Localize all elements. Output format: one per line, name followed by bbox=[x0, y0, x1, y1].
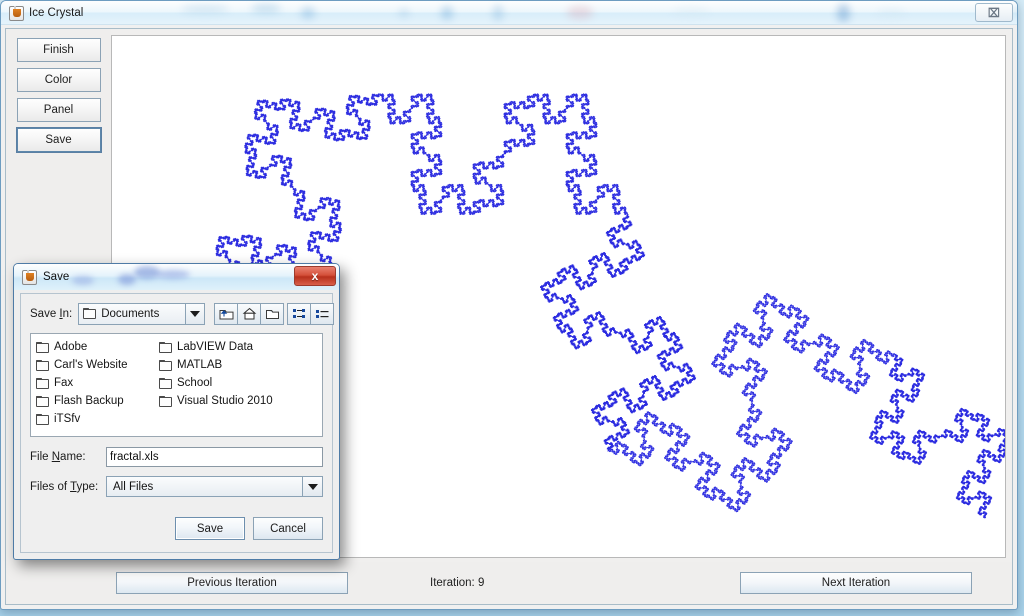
next-iteration-label: Next Iteration bbox=[821, 577, 891, 589]
folder-icon bbox=[36, 341, 49, 353]
panel-button[interactable]: Panel bbox=[16, 98, 101, 122]
home-icon-button[interactable] bbox=[237, 302, 262, 325]
save-in-combobox-field[interactable]: Documents bbox=[78, 302, 187, 325]
file-list-item-label: Adobe bbox=[54, 341, 88, 353]
finish-button[interactable]: Finish bbox=[16, 38, 101, 62]
details-view-icon-button[interactable] bbox=[310, 302, 335, 325]
file-list-item-label: Flash Backup bbox=[54, 395, 124, 407]
window-close-button[interactable]: ⌧ bbox=[975, 3, 1013, 22]
dialog-toolbar bbox=[214, 302, 335, 325]
file-list-item[interactable]: School bbox=[159, 374, 282, 392]
iteration-control-bar: Previous Iteration Iteration: 9 Next Ite… bbox=[6, 562, 1012, 604]
chevron-down-icon bbox=[190, 310, 201, 317]
save-dialog: Save x Save In: Documents Adobe Carl's W… bbox=[13, 263, 340, 560]
dialog-save-button[interactable]: Save bbox=[175, 517, 245, 540]
save-dialog-body: Save In: Documents Adobe Carl's Website … bbox=[20, 293, 335, 553]
save-in-combobox[interactable]: Documents bbox=[78, 302, 206, 325]
folder-icon bbox=[36, 395, 49, 407]
save-in-dropdown-arrow[interactable] bbox=[185, 302, 206, 325]
save-in-row: Save In: Documents bbox=[30, 302, 335, 325]
color-button[interactable]: Color bbox=[16, 68, 101, 92]
folder-icon bbox=[159, 395, 172, 407]
file-list-item[interactable]: LabVIEW Data bbox=[159, 338, 282, 356]
file-list-item-label: Carl's Website bbox=[54, 359, 128, 371]
chevron-down-icon bbox=[307, 483, 318, 490]
file-list-item[interactable]: Adobe bbox=[36, 338, 159, 356]
file-name-label: File Name: bbox=[30, 450, 86, 463]
file-list-item-label: iTSfv bbox=[54, 413, 81, 425]
new-folder-icon bbox=[265, 310, 279, 319]
dialog-cancel-label: Cancel bbox=[270, 522, 306, 535]
file-list-item-label: LabVIEW Data bbox=[177, 341, 254, 353]
save-button[interactable]: Save bbox=[15, 127, 102, 153]
save-dialog-title: Save bbox=[43, 271, 70, 283]
files-of-type-label: Files of Type: bbox=[30, 480, 99, 493]
window-titlebar: Ice Crystal ⌧ bbox=[1, 1, 1017, 25]
file-list-item[interactable]: iTSfv bbox=[36, 410, 159, 428]
files-of-type-value: All Files bbox=[113, 480, 154, 493]
tile-view-icon bbox=[292, 308, 305, 318]
home-icon bbox=[242, 307, 257, 320]
folder-up-icon-button[interactable] bbox=[214, 302, 239, 325]
folder-icon bbox=[36, 359, 49, 371]
folder-icon bbox=[36, 377, 49, 389]
folder-up-icon bbox=[219, 310, 234, 320]
file-list-item[interactable]: Visual Studio 2010 bbox=[159, 392, 282, 410]
previous-iteration-button[interactable]: Previous Iteration bbox=[116, 572, 348, 594]
file-list-item-label: Fax bbox=[54, 377, 74, 389]
dialog-cancel-button[interactable]: Cancel bbox=[253, 517, 323, 540]
files-of-type-row: Files of Type: All Files bbox=[30, 476, 323, 497]
file-name-input[interactable] bbox=[106, 446, 323, 467]
dialog-save-label: Save bbox=[196, 522, 224, 535]
file-list-item-label: MATLAB bbox=[177, 359, 223, 371]
details-view-icon bbox=[315, 309, 329, 318]
page-title: Ice Crystal bbox=[29, 7, 84, 19]
save-in-label: Save In: bbox=[30, 307, 73, 320]
file-list-item[interactable]: Fax bbox=[36, 374, 159, 392]
close-icon: x bbox=[311, 269, 319, 283]
folder-icon bbox=[159, 341, 172, 353]
close-icon: ⌧ bbox=[988, 5, 1000, 20]
color-button-label: Color bbox=[44, 74, 73, 86]
previous-iteration-label: Previous Iteration bbox=[187, 577, 277, 589]
files-of-type-dropdown-arrow[interactable] bbox=[302, 477, 322, 496]
finish-button-label: Finish bbox=[43, 44, 74, 56]
dialog-button-row: Save Cancel bbox=[175, 517, 323, 540]
save-dialog-close-button[interactable]: x bbox=[294, 266, 336, 286]
next-iteration-button[interactable]: Next Iteration bbox=[740, 572, 972, 594]
java-coffee-cup-icon bbox=[9, 5, 24, 21]
file-list-item-label: School bbox=[177, 377, 213, 389]
file-list-item[interactable]: MATLAB bbox=[159, 356, 282, 374]
java-coffee-cup-icon bbox=[22, 269, 37, 285]
titlebar-glass-reflection bbox=[1, 1, 1017, 24]
file-browser-list[interactable]: Adobe Carl's Website Fax Flash Backup iTSfv L… bbox=[30, 333, 323, 437]
file-list-item[interactable]: Flash Backup bbox=[36, 392, 159, 410]
window-title-group: Ice Crystal bbox=[9, 1, 83, 25]
folder-icon bbox=[83, 308, 97, 319]
file-name-row: File Name: bbox=[30, 446, 323, 467]
iteration-status-label: Iteration: 9 bbox=[430, 577, 485, 589]
folder-icon bbox=[159, 359, 172, 371]
save-dialog-titlebar: Save x bbox=[14, 264, 339, 290]
save-dialog-title-group: Save bbox=[22, 264, 69, 290]
tile-view-icon-button[interactable] bbox=[287, 302, 312, 325]
file-list-item-label: Visual Studio 2010 bbox=[177, 395, 273, 407]
panel-button-label: Panel bbox=[43, 104, 74, 116]
new-folder-icon-button[interactable] bbox=[260, 302, 285, 325]
folder-icon bbox=[159, 377, 172, 389]
save-in-value: Documents bbox=[101, 307, 160, 320]
file-list-item[interactable]: Carl's Website bbox=[36, 356, 159, 374]
save-button-label: Save bbox=[45, 134, 72, 146]
folder-icon bbox=[36, 413, 49, 425]
files-of-type-combobox[interactable]: All Files bbox=[106, 476, 323, 497]
